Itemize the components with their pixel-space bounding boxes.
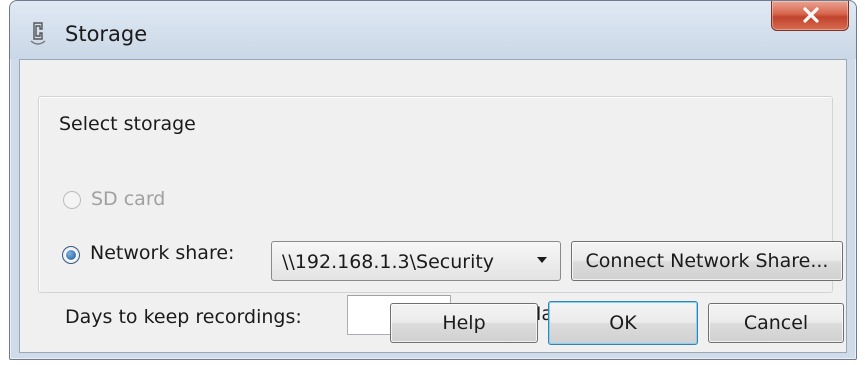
network-share-radio[interactable] — [62, 246, 80, 264]
storage-app-icon — [28, 21, 48, 47]
close-icon — [803, 7, 819, 23]
days-to-keep-label: Days to keep recordings: — [65, 306, 302, 328]
title-bar[interactable]: Storage — [10, 1, 856, 59]
sd-card-label: SD card — [91, 188, 166, 210]
ok-button[interactable]: OK — [548, 301, 698, 345]
connect-network-share-button[interactable]: Connect Network Share... — [571, 241, 843, 281]
storage-dialog: Storage Select storage SD card Network s… — [9, 0, 857, 360]
window-title: Storage — [65, 22, 148, 46]
sd-card-radio[interactable] — [63, 191, 81, 209]
network-share-label: Network share: — [90, 242, 235, 264]
network-share-path: \\192.168.1.3\Security — [282, 251, 495, 273]
help-button[interactable]: Help — [390, 303, 538, 343]
group-caption: Select storage — [55, 113, 200, 135]
close-button[interactable] — [771, 1, 849, 31]
network-share-combobox[interactable]: \\192.168.1.3\Security — [271, 241, 561, 281]
dropdown-arrow-icon — [537, 257, 547, 263]
cancel-button[interactable]: Cancel — [708, 303, 844, 343]
